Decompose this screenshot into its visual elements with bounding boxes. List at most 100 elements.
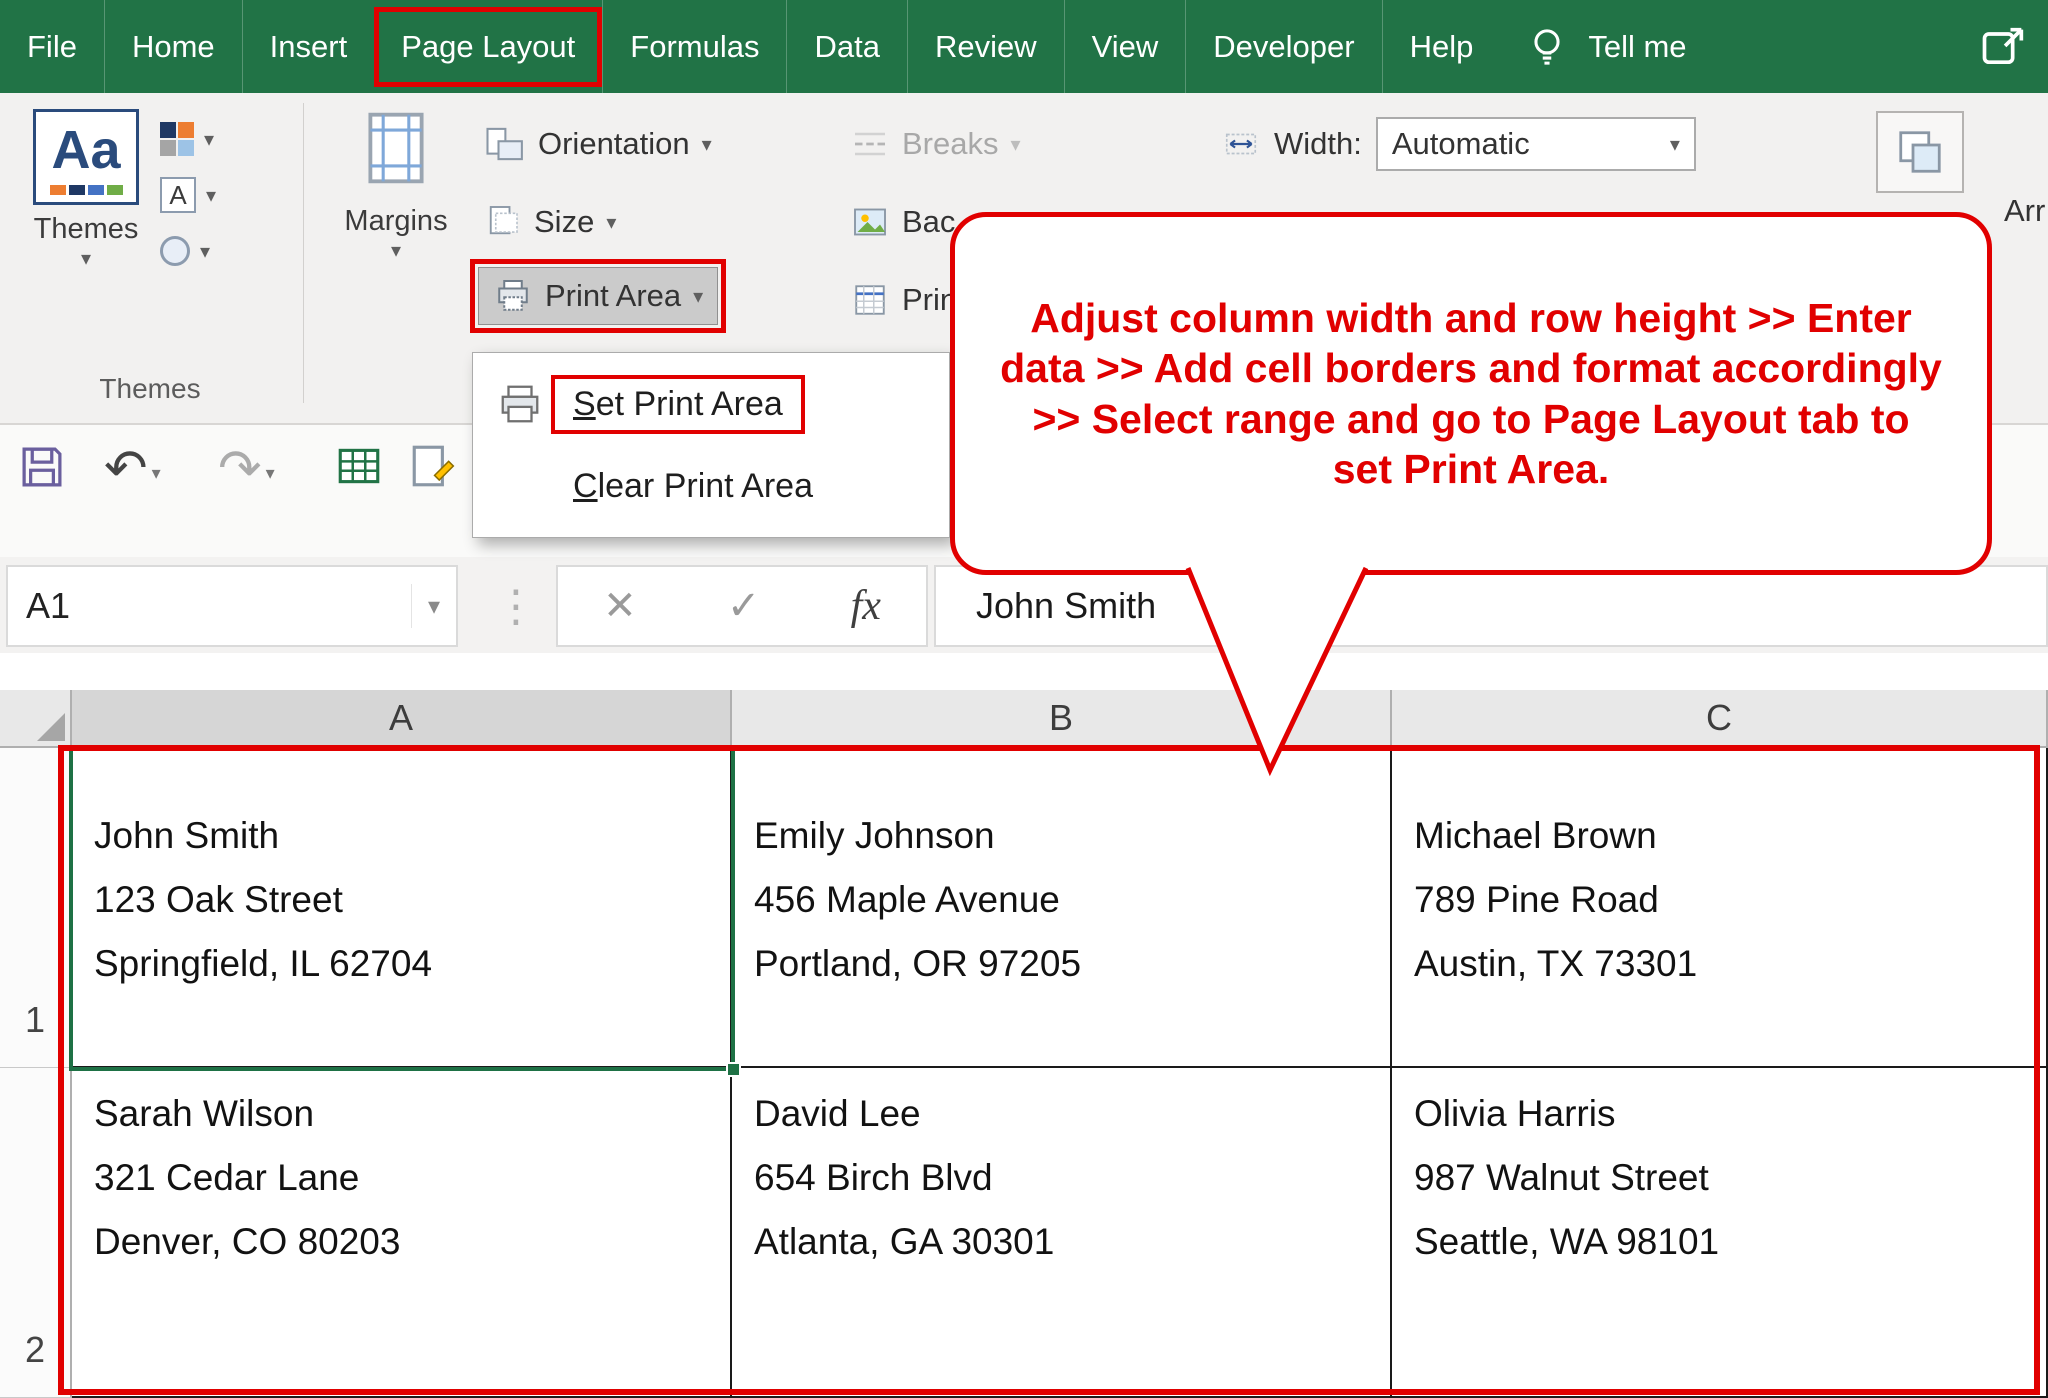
bring-forward-button[interactable] [1876, 111, 1964, 193]
cell-line: Emily Johnson [754, 804, 1390, 868]
breaks-label: Breaks [902, 126, 998, 162]
width-icon [1222, 125, 1260, 163]
redo-icon: ↷ [218, 441, 262, 497]
theme-colors-icon [160, 122, 194, 156]
print-area-menu: Set Print Area Clear Print Area [472, 352, 950, 538]
save-icon [16, 441, 68, 493]
breaks-icon [850, 124, 890, 164]
cell-line: Denver, CO 80203 [94, 1210, 730, 1274]
group-divider [303, 103, 304, 403]
themes-aa-icon: Aa [33, 109, 139, 205]
cell-line: 123 Oak Street [94, 868, 730, 932]
chevron-down-icon: ▾ [316, 238, 476, 262]
theme-colors-button[interactable]: ▾ [160, 117, 216, 161]
theme-effects-button[interactable]: ▾ [160, 229, 216, 273]
tab-help[interactable]: Help [1382, 0, 1501, 93]
chevron-down-icon[interactable]: ▾ [411, 584, 456, 628]
chevron-down-icon: ▾ [26, 246, 146, 270]
save-button[interactable] [16, 441, 68, 493]
theme-effects-icon [160, 236, 190, 266]
redo-button[interactable]: ↷ ▾ [218, 441, 275, 497]
cell-line: David Lee [754, 1082, 1390, 1146]
tab-view[interactable]: View [1064, 0, 1186, 93]
select-all-corner[interactable] [0, 690, 72, 748]
clear-print-area-label: Clear Print Area [573, 467, 813, 506]
bring-forward-icon [1892, 124, 1948, 180]
chevron-down-icon: ▾ [266, 463, 275, 484]
chevron-down-icon: ▾ [152, 463, 161, 484]
width-select[interactable]: Automatic ▾ [1376, 117, 1696, 171]
tab-review[interactable]: Review [907, 0, 1064, 93]
margins-button[interactable]: Margins ▾ [316, 107, 476, 262]
clear-print-area-item[interactable]: Clear Print Area [473, 445, 949, 527]
formula-input[interactable]: John Smith [934, 565, 2048, 647]
chevron-down-icon: ▾ [606, 210, 616, 234]
insert-function-button[interactable]: fx [851, 582, 881, 630]
themes-button[interactable]: Aa Themes ▾ [26, 109, 146, 270]
themes-group-label: Themes [0, 373, 300, 405]
cell-line: 789 Pine Road [1414, 868, 2046, 932]
print-titles-label: Prin [902, 282, 957, 318]
tab-home[interactable]: Home [104, 0, 242, 93]
tab-insert[interactable]: Insert [242, 0, 375, 93]
background-button[interactable]: Bac [850, 193, 955, 251]
cell-line: Olivia Harris [1414, 1082, 2046, 1146]
name-box[interactable]: A1 ▾ [6, 565, 458, 647]
set-print-area-label: Set Print Area [573, 385, 783, 424]
cell-line: John Smith [94, 804, 730, 868]
cell-line: 456 Maple Avenue [754, 868, 1390, 932]
cell-c2[interactable]: Olivia Harris 987 Walnut Street Seattle,… [1392, 1068, 2048, 1398]
table-button[interactable] [334, 441, 384, 491]
tab-file[interactable]: File [0, 0, 104, 93]
cell-a1[interactable]: John Smith 123 Oak Street Springfield, I… [72, 748, 732, 1068]
theme-fonts-button[interactable]: A ▾ [160, 173, 216, 217]
formula-buttons-box: ✕ ✓ fx [556, 565, 928, 647]
orientation-button[interactable]: Orientation ▾ [482, 115, 712, 173]
fill-handle[interactable] [726, 1062, 741, 1077]
tab-developer[interactable]: Developer [1185, 0, 1381, 93]
ribbon-tab-bar: File Home Insert Page Layout Formulas Da… [0, 0, 2048, 93]
undo-button[interactable]: ↶ ▾ [104, 441, 161, 497]
orientation-label: Orientation [538, 126, 690, 162]
orientation-icon [482, 122, 526, 166]
chevron-down-icon: ▾ [1670, 132, 1680, 156]
name-box-value: A1 [26, 585, 70, 627]
annotation-callout-tail [1148, 563, 1408, 778]
cell-b2[interactable]: David Lee 654 Birch Blvd Atlanta, GA 303… [732, 1068, 1392, 1398]
column-header-c[interactable]: C [1392, 690, 2048, 748]
print-titles-button[interactable]: Prin [850, 271, 957, 329]
row-header-2[interactable]: 2 [0, 1068, 72, 1398]
tab-formulas[interactable]: Formulas [602, 0, 786, 93]
formula-bar-resize-handle[interactable]: ⋮ [494, 565, 538, 647]
annotation-callout-text: Adjust column width and row height >> En… [999, 293, 1943, 493]
cell-line: Springfield, IL 62704 [94, 932, 730, 996]
formula-cancel-button[interactable]: ✕ [603, 583, 637, 629]
column-header-a[interactable]: A [72, 690, 732, 748]
cell-a2[interactable]: Sarah Wilson 321 Cedar Lane Denver, CO 8… [72, 1068, 732, 1398]
cell-line: Michael Brown [1414, 804, 2046, 868]
row-header-1[interactable]: 1 [0, 748, 72, 1068]
tab-tell-me[interactable]: Tell me [1578, 0, 1713, 93]
table-icon [334, 441, 384, 491]
printer-icon [489, 381, 551, 427]
set-print-area-item[interactable]: Set Print Area [473, 363, 949, 445]
theme-fonts-icon: A [160, 177, 196, 213]
sheet-pencil-icon [408, 441, 458, 491]
chevron-down-icon: ▾ [204, 127, 214, 151]
cell-b1[interactable]: Emily Johnson 456 Maple Avenue Portland,… [732, 748, 1392, 1068]
chevron-down-icon: ▾ [702, 132, 712, 156]
edit-sheet-button[interactable] [408, 441, 458, 491]
share-button[interactable] [1960, 0, 2048, 93]
chevron-down-icon: ▾ [200, 239, 210, 263]
tab-data[interactable]: Data [786, 0, 906, 93]
lightbulb-icon [1500, 0, 1578, 93]
chevron-down-icon: ▾ [206, 183, 216, 207]
margins-icon [355, 107, 437, 189]
background-icon [850, 202, 890, 242]
size-button[interactable]: Size ▾ [482, 193, 616, 251]
undo-icon: ↶ [104, 441, 148, 497]
tab-page-layout[interactable]: Page Layout [374, 7, 602, 87]
formula-enter-button[interactable]: ✓ [727, 583, 761, 629]
print-area-button[interactable]: Print Area ▾ [478, 267, 718, 325]
cell-c1[interactable]: Michael Brown 789 Pine Road Austin, TX 7… [1392, 748, 2048, 1068]
